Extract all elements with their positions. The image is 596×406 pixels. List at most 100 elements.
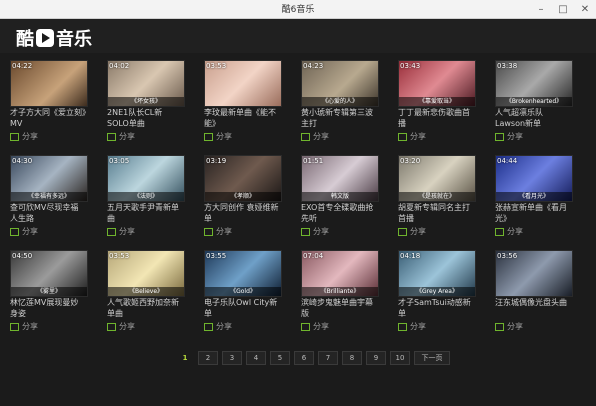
- video-thumbnail[interactable]: 03:19 《孝顺》: [204, 155, 282, 202]
- video-title[interactable]: 才子方大同《爱立刻》MV: [10, 107, 86, 129]
- video-card[interactable]: 04:23 《心爱的人》 黄小琥新专辑第三波主打分享: [301, 60, 379, 146]
- share-button[interactable]: 分享: [10, 321, 38, 332]
- page-button[interactable]: 9: [366, 351, 386, 365]
- video-caption: 《是孩就在》: [399, 192, 475, 201]
- video-card[interactable]: 01:51 韩文版 EXO首专全碟歌曲抢先听分享: [301, 155, 379, 241]
- video-thumbnail[interactable]: 01:51 韩文版: [301, 155, 379, 202]
- video-thumbnail[interactable]: 03:56: [495, 250, 573, 297]
- share-button[interactable]: 分享: [495, 131, 523, 142]
- video-thumbnail[interactable]: 04:02 《坏女孩》: [107, 60, 185, 107]
- video-card[interactable]: 03:53 李玟最新单曲《能不能》分享: [204, 60, 282, 146]
- video-title[interactable]: 汪东城偶像光盘头曲: [495, 297, 571, 308]
- share-button[interactable]: 分享: [107, 131, 135, 142]
- video-thumbnail[interactable]: 03:55 《Gold》: [204, 250, 282, 297]
- video-card[interactable]: 04:22 才子方大同《爱立刻》MV 分享: [10, 60, 88, 146]
- share-button[interactable]: 分享: [495, 226, 523, 237]
- video-thumbnail[interactable]: 04:18 《Grey Area》: [398, 250, 476, 297]
- share-label: 分享: [410, 132, 426, 141]
- share-button[interactable]: 分享: [398, 226, 426, 237]
- video-thumbnail[interactable]: 03:53: [204, 60, 282, 107]
- video-duration: 04:22: [12, 62, 33, 70]
- video-thumbnail[interactable]: 03:38 《Brokenhearted》: [495, 60, 573, 107]
- video-title[interactable]: 张赫宣新单曲《看月光》: [495, 202, 571, 224]
- share-label: 分享: [507, 322, 523, 331]
- video-thumbnail[interactable]: 03:53 《Believe》: [107, 250, 185, 297]
- video-thumbnail[interactable]: 04:22: [10, 60, 88, 107]
- page-button[interactable]: 4: [246, 351, 266, 365]
- video-title[interactable]: 2NE1队长CL新SOLO单曲: [107, 107, 183, 129]
- share-button[interactable]: 分享: [204, 131, 232, 142]
- window-title: 酷6音乐: [281, 5, 315, 15]
- video-thumbnail[interactable]: 03:20 《是孩就在》: [398, 155, 476, 202]
- page-button[interactable]: 2: [198, 351, 218, 365]
- video-title[interactable]: 滨崎步鬼魅单曲宇幕版: [301, 297, 377, 319]
- share-button[interactable]: 分享: [204, 226, 232, 237]
- share-button[interactable]: 分享: [107, 226, 135, 237]
- maximize-icon[interactable]: □: [552, 0, 574, 18]
- share-button[interactable]: 分享: [301, 226, 329, 237]
- video-card[interactable]: 04:50 《雾里》 林忆莲MV展现曼妙身姿分享: [10, 250, 88, 336]
- page-button[interactable]: 10: [390, 351, 410, 365]
- video-title[interactable]: EXO首专全碟歌曲抢先听: [301, 202, 377, 224]
- video-title[interactable]: 电子乐队Owl City新单: [204, 297, 280, 319]
- video-title[interactable]: 胡夏新专辑同名主打首播: [398, 202, 474, 224]
- share-button[interactable]: 分享: [107, 321, 135, 332]
- app-logo[interactable]: 酷 音乐: [16, 25, 92, 51]
- video-caption: 《Believe》: [108, 287, 184, 296]
- video-title[interactable]: 方大同创作 袁娅维新单: [204, 202, 280, 224]
- page-button[interactable]: 8: [342, 351, 362, 365]
- share-label: 分享: [22, 132, 38, 141]
- video-card[interactable]: 03:38 《Brokenhearted》 人气超凛乐队Lawson新单分享: [495, 60, 573, 146]
- video-card[interactable]: 04:30 《幸福有多远》 查可欣MV尽现幸福人生路分享: [10, 155, 88, 241]
- logo-text-ku: 酷: [16, 29, 34, 50]
- video-card[interactable]: 03:05 《法则》 五月天歌手尹青新单曲分享: [107, 155, 185, 241]
- share-button[interactable]: 分享: [301, 131, 329, 142]
- video-card[interactable]: 04:44 《看月光》 张赫宣新单曲《看月光》分享: [495, 155, 573, 241]
- video-title[interactable]: 李玟最新单曲《能不能》: [204, 107, 280, 129]
- video-thumbnail[interactable]: 03:05 《法则》: [107, 155, 185, 202]
- video-thumbnail[interactable]: 07:04 《Brilliante》: [301, 250, 379, 297]
- video-card[interactable]: 04:18 《Grey Area》 才子SamTsui动感新单分享: [398, 250, 476, 336]
- page-button[interactable]: 6: [294, 351, 314, 365]
- video-title[interactable]: 林忆莲MV展现曼妙身姿: [10, 297, 86, 319]
- minimize-icon[interactable]: –: [530, 0, 552, 18]
- video-card[interactable]: 03:20 《是孩就在》 胡夏新专辑同名主打首播分享: [398, 155, 476, 241]
- video-title[interactable]: 五月天歌手尹青新单曲: [107, 202, 183, 224]
- video-title[interactable]: 才子SamTsui动感新单: [398, 297, 474, 319]
- video-card[interactable]: 03:53 《Believe》 人气歌姬西野加奈新单曲分享: [107, 250, 185, 336]
- share-button[interactable]: 分享: [301, 321, 329, 332]
- video-thumbnail[interactable]: 04:23 《心爱的人》: [301, 60, 379, 107]
- video-card[interactable]: 07:04 《Brilliante》 滨崎步鬼魅单曲宇幕版分享: [301, 250, 379, 336]
- next-page-button[interactable]: 下一页: [414, 351, 450, 365]
- share-button[interactable]: 分享: [495, 321, 523, 332]
- share-button[interactable]: 分享: [398, 131, 426, 142]
- page-button[interactable]: 7: [318, 351, 338, 365]
- page-button[interactable]: 5: [270, 351, 290, 365]
- video-card[interactable]: 03:56 汪东城偶像光盘头曲分享: [495, 250, 573, 336]
- share-button[interactable]: 分享: [398, 321, 426, 332]
- video-title[interactable]: 人气歌姬西野加奈新单曲: [107, 297, 183, 319]
- video-card[interactable]: 03:43 《靠爱取当》 丁丁最新悲伤歌曲首播分享: [398, 60, 476, 146]
- window-controls: – □ ✕: [530, 0, 596, 18]
- video-card[interactable]: 03:55 《Gold》 电子乐队Owl City新单分享: [204, 250, 282, 336]
- video-card[interactable]: 03:19 《孝顺》 方大同创作 袁娅维新单分享: [204, 155, 282, 241]
- video-thumbnail[interactable]: 04:44 《看月光》: [495, 155, 573, 202]
- share-label: 分享: [119, 132, 135, 141]
- video-thumbnail[interactable]: 04:30 《幸福有多远》: [10, 155, 88, 202]
- share-button[interactable]: 分享: [10, 131, 38, 142]
- page-button[interactable]: 1: [176, 352, 194, 364]
- video-caption: 《坏女孩》: [108, 97, 184, 106]
- video-thumbnail[interactable]: 04:50 《雾里》: [10, 250, 88, 297]
- video-card[interactable]: 04:02 《坏女孩》 2NE1队长CL新SOLO单曲分享: [107, 60, 185, 146]
- share-button[interactable]: 分享: [204, 321, 232, 332]
- share-icon: [301, 132, 310, 141]
- video-title[interactable]: 黄小琥新专辑第三波主打: [301, 107, 377, 129]
- close-icon[interactable]: ✕: [574, 0, 596, 18]
- video-title[interactable]: 查可欣MV尽现幸福人生路: [10, 202, 86, 224]
- video-title[interactable]: 丁丁最新悲伤歌曲首播: [398, 107, 474, 129]
- share-button[interactable]: 分享: [10, 226, 38, 237]
- video-caption: 《Gold》: [205, 287, 281, 296]
- video-title[interactable]: 人气超凛乐队Lawson新单: [495, 107, 571, 129]
- page-button[interactable]: 3: [222, 351, 242, 365]
- video-thumbnail[interactable]: 03:43 《靠爱取当》: [398, 60, 476, 107]
